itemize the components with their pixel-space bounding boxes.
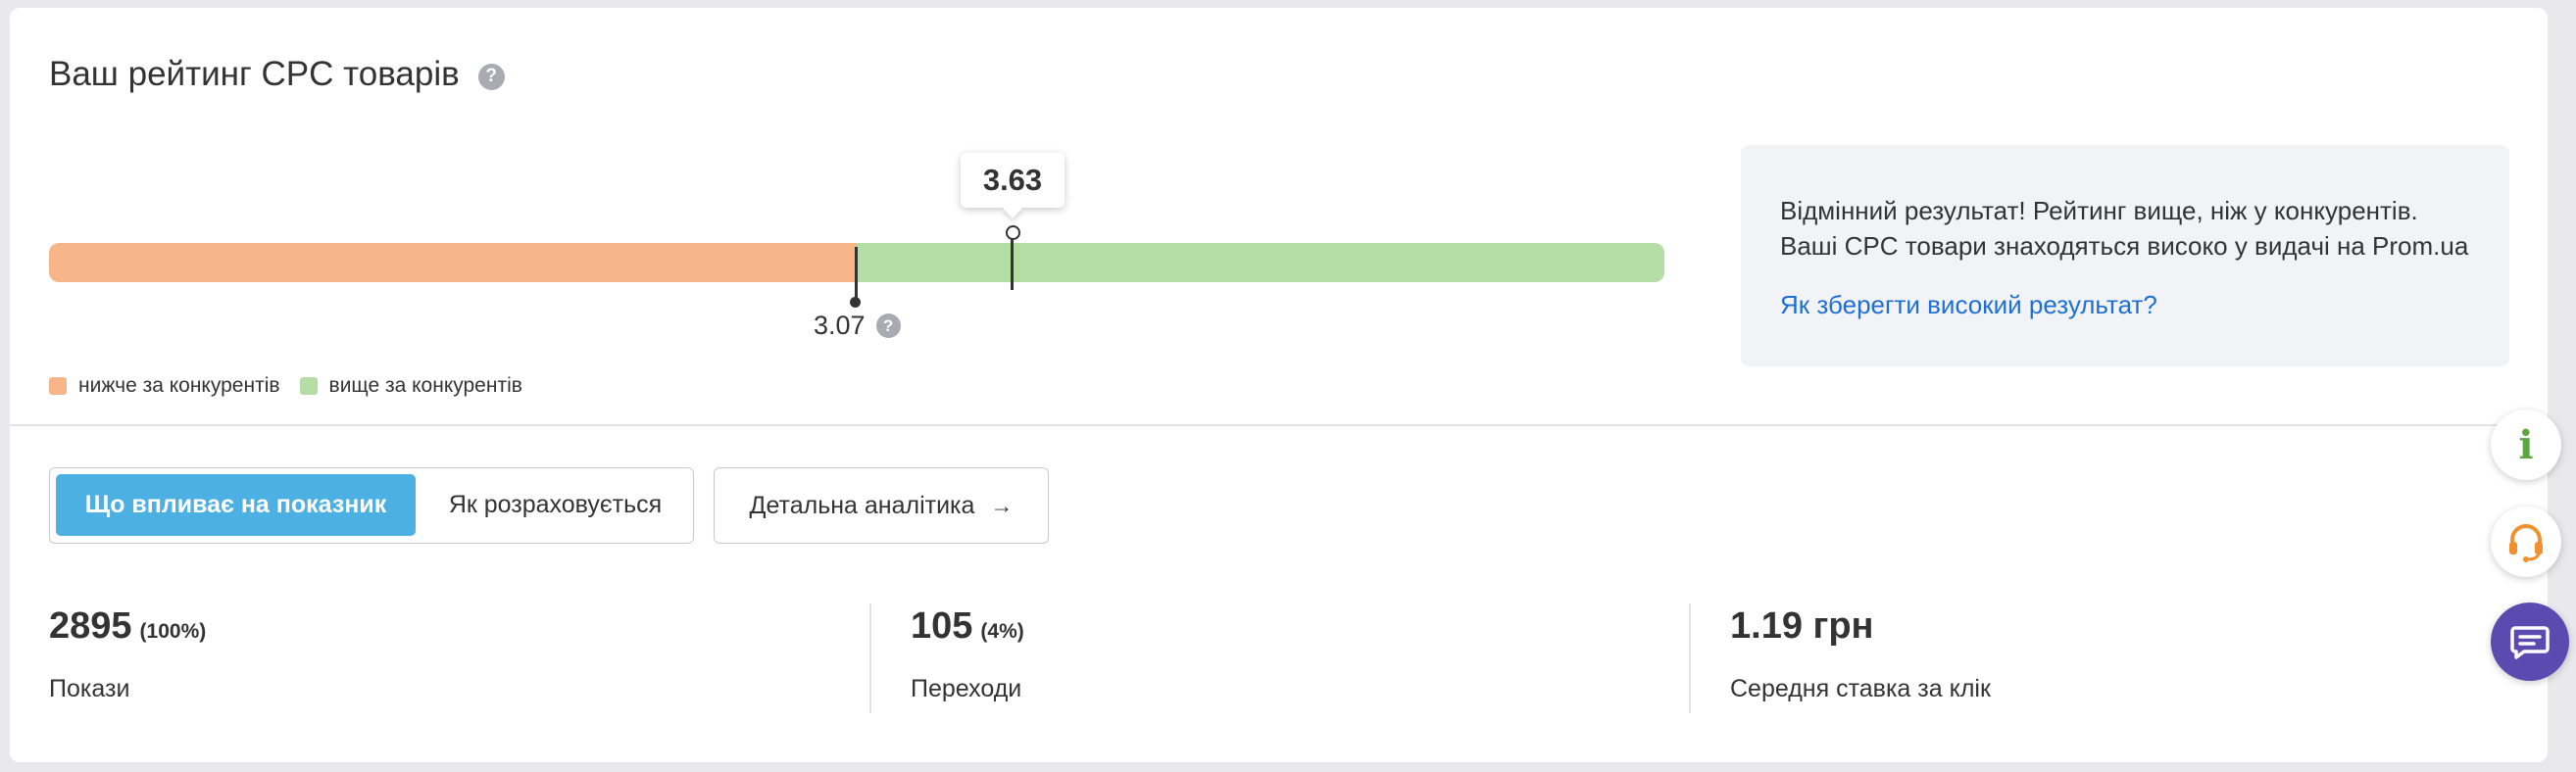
score-marker-circle [1006,225,1020,240]
headset-icon [2509,524,2543,562]
competitor-marker-line [855,247,858,301]
competitor-value-row: 3.07 ? [814,311,901,341]
stat-impressions: 2895 (100%) Покази [49,605,207,702]
legend-label-below: нижче за конкурентів [78,374,280,397]
stat-label: Середня ставка за клік [1730,675,1991,702]
cpc-rating-card: Ваш рейтинг CPC товарів ? 3.07 ? 3.63 ни… [10,8,2548,762]
legend-swatch-above [299,377,318,395]
stat-percent: (100%) [139,620,207,643]
keep-result-link[interactable]: Як зберегти високий результат? [1780,290,2157,320]
competitor-value: 3.07 [814,311,866,340]
rating-bar-above [857,243,1664,282]
competitor-marker-dot [850,297,861,308]
tab-how-calculated[interactable]: Як розраховується [425,474,685,536]
tab-what-affects[interactable]: Що впливає на показник [56,474,416,536]
page-title: Ваш рейтинг CPC товарів [49,55,460,93]
chat-icon [2510,626,2550,659]
question-icon[interactable]: ? [875,314,901,338]
question-icon[interactable]: ? [477,63,505,90]
stat-avg-bid: 1.19 грн Середня ставка за клік [1730,605,1991,702]
stat-label: Переходи [911,675,1022,702]
stat-value: 105 [911,605,973,647]
info-icon: i [2518,421,2534,468]
stat-separator [869,603,871,713]
result-info-box: Відмінний результат! Рейтинг вище, ніж у… [1741,145,2509,366]
info-text-line-2: Ваші CPC товари знаходяться високо у вид… [1780,231,2469,261]
rating-bar-below [49,243,857,282]
stat-value: 1.19 грн [1730,605,1874,647]
score-tooltip: 3.63 [961,153,1065,208]
detailed-analytics-label: Детальна аналітика [749,491,975,519]
tab-group: Що впливає на показник Як розраховується [49,467,694,544]
section-divider [10,424,2548,426]
chat-float-button[interactable] [2491,603,2569,681]
arrow-right-icon: → [990,492,1014,518]
stat-label: Покази [49,675,130,702]
support-float-button[interactable] [2491,507,2561,577]
info-text-line-1: Відмінний результат! Рейтинг вище, ніж у… [1780,196,2418,225]
stat-separator [1689,603,1691,713]
info-float-button[interactable]: i [2491,410,2561,480]
stat-clicks: 105 (4%) Переходи [911,605,1024,702]
legend-swatch-below [49,377,67,395]
title-row: Ваш рейтинг CPC товарів ? [49,55,505,94]
legend-label-above: вище за конкурентів [328,374,522,397]
detailed-analytics-button[interactable]: Детальна аналітика → [714,467,1049,544]
stat-value: 2895 [49,605,132,647]
score-marker-line [1011,239,1014,290]
rating-legend: нижче за конкурентів вище за конкурентів [49,374,522,398]
stat-percent: (4%) [980,620,1024,643]
